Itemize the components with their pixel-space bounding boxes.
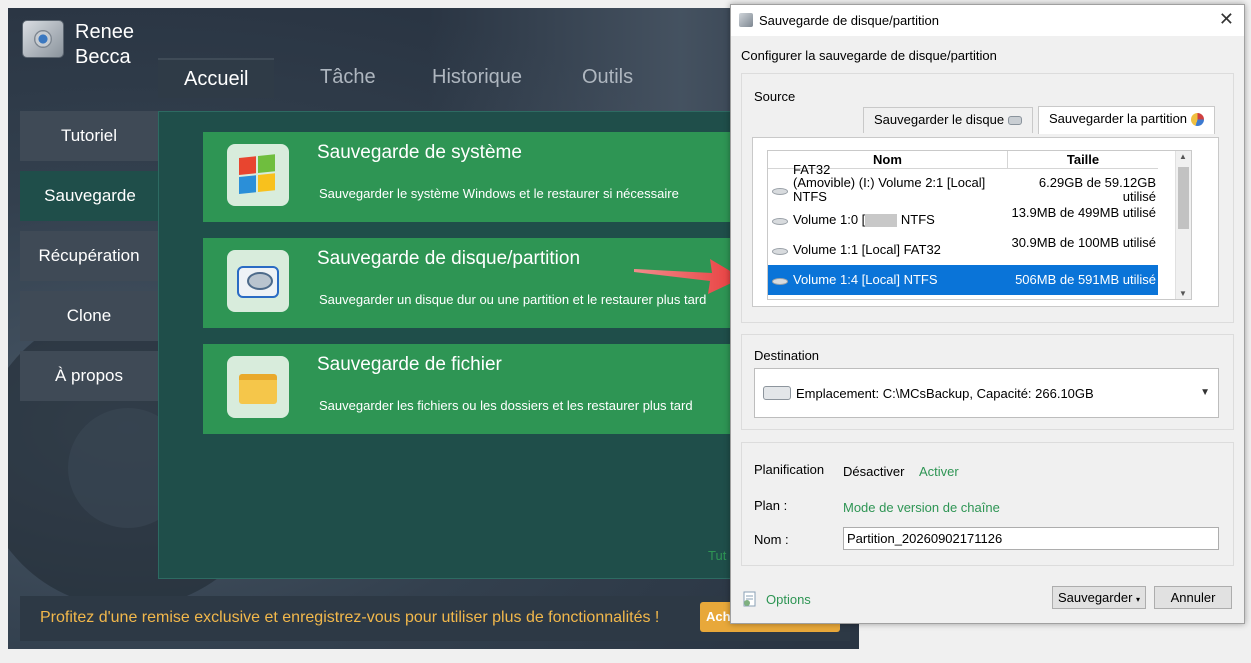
row-name: Volume 1:0 [ NTFS [793, 212, 1003, 228]
dialog-titlebar: Sauvegarde de disque/partition ✕ [731, 5, 1244, 36]
drive-icon [772, 188, 788, 195]
backup-name-input[interactable] [843, 527, 1219, 550]
promo-text: Profitez d'une remise exclusive et enreg… [40, 609, 660, 626]
drive-icon [772, 278, 788, 285]
card-icon-frame [227, 250, 289, 312]
sidebar-item-clone[interactable]: Clone [20, 291, 158, 341]
sidebar-item-a-propos[interactable]: À propos [20, 351, 158, 401]
name-label: Nom : [754, 532, 789, 547]
source-label: Source [754, 89, 796, 104]
card-icon-frame [227, 144, 289, 206]
chevron-down-icon[interactable]: ▼ [1200, 387, 1210, 398]
card-icon-frame [227, 356, 289, 418]
app-icon [739, 13, 753, 27]
row-name: (Amovible) (I:) Volume 2:1 [Local] NTFS [793, 175, 986, 204]
tab-accueil[interactable]: Accueil [158, 58, 275, 98]
drive-icon [772, 248, 788, 255]
tutorial-link[interactable]: Tut [708, 548, 726, 563]
card-description: Sauvegarder les fichiers ou les dossiers… [319, 398, 693, 413]
tab-backup-partition[interactable]: Sauvegarder la partition [1038, 106, 1216, 134]
table-row-selected[interactable]: Volume 1:4 [Local] NTFS 506MB de 591MB u… [768, 265, 1158, 295]
scroll-down-icon[interactable]: ▼ [1179, 289, 1187, 298]
tab-backup-disk[interactable]: Sauvegarder le disque [863, 107, 1034, 133]
card-title: Sauvegarde de disque/partition [317, 248, 581, 269]
row-name-end: NTFS [897, 212, 935, 227]
row-name-start: Volume 1:0 [ [793, 212, 866, 227]
vertical-scrollbar[interactable]: ▲ ▼ [1175, 151, 1191, 299]
options-link[interactable]: Options [766, 592, 811, 607]
sidebar: Tutoriel Sauvegarde Récupération Clone À… [20, 111, 160, 411]
sidebar-item-recuperation[interactable]: Récupération [20, 231, 158, 281]
close-icon[interactable]: ✕ [1219, 9, 1234, 30]
save-button-label: Sauvegarder [1057, 590, 1133, 605]
plan-mode-link[interactable]: Mode de version de chaîne [843, 500, 1000, 515]
sidebar-item-tutoriel[interactable]: Tutoriel [20, 111, 158, 161]
plan-label: Plan : [754, 498, 788, 513]
drive-icon [763, 386, 791, 400]
partition-table: Nom Taille FAT32 (Amovible) (I:) Volume … [767, 150, 1192, 300]
destination-label: Destination [754, 348, 820, 363]
cancel-button[interactable]: Annuler [1154, 586, 1232, 609]
row-size: 506MB de 591MB utilisé [1015, 272, 1156, 287]
save-button[interactable]: Sauvegarder ▾ [1052, 586, 1146, 609]
dialog-heading: Configurer la sauvegarde de disque/parti… [741, 48, 997, 63]
destination-select[interactable]: Emplacement: C:\MCsBackup, Capacité: 266… [754, 368, 1219, 418]
app-logo-icon [22, 20, 64, 58]
windows-icon [239, 154, 277, 196]
hard-disk-icon [1008, 116, 1023, 126]
planification-label: Planification [754, 462, 825, 477]
dialog-title: Sauvegarde de disque/partition [759, 13, 939, 28]
card-description: Sauvegarder le système Windows et le res… [319, 186, 679, 201]
drive-icon [772, 218, 788, 225]
folder-icon [239, 374, 277, 404]
disk-icon [237, 266, 279, 298]
row-size: 6.29GB de 59.12GB utilisé [1038, 175, 1156, 204]
table-row[interactable]: Volume 1:1 [Local] FAT32 30.9MB de 100MB… [768, 235, 1158, 265]
table-row[interactable]: (Amovible) (I:) Volume 2:1 [Local] NTFS … [768, 175, 1158, 205]
partition-pie-icon [1191, 113, 1205, 127]
disable-option[interactable]: Désactiver [843, 464, 904, 479]
brand-name: Renee Becca [75, 20, 134, 70]
tab-historique[interactable]: Historique [406, 58, 548, 98]
sidebar-item-sauvegarde[interactable]: Sauvegarde [20, 171, 160, 221]
tab-outils[interactable]: Outils [556, 58, 659, 98]
row-size: 30.9MB de 100MB utilisé [1011, 235, 1156, 250]
row-name: Volume 1:1 [Local] FAT32 [793, 242, 941, 257]
scrollbar-thumb[interactable] [1178, 167, 1189, 229]
redacted-block [865, 214, 898, 228]
options-document-icon [743, 591, 756, 607]
scroll-up-icon[interactable]: ▲ [1179, 152, 1187, 161]
tab-backup-partition-label: Sauvegarder la partition [1049, 111, 1188, 126]
enable-link[interactable]: Activer [919, 464, 959, 479]
partition-list-panel: Nom Taille FAT32 (Amovible) (I:) Volume … [752, 137, 1219, 307]
card-title: Sauvegarde de fichier [317, 354, 502, 375]
table-row[interactable]: FAT32 [768, 161, 1158, 177]
table-row[interactable]: Volume 1:0 [ NTFS 13.9MB de 499MB utilis… [768, 205, 1158, 235]
tab-tache[interactable]: Tâche [294, 58, 402, 98]
promo-banner: Profitez d'une remise exclusive et enreg… [20, 596, 850, 641]
brand-line-1: Renee [75, 21, 134, 43]
row-size: 13.9MB de 499MB utilisé [1011, 205, 1156, 220]
card-title: Sauvegarde de système [317, 142, 522, 163]
row-name: Volume 1:4 [Local] NTFS [793, 272, 938, 287]
dropdown-arrow-icon: ▾ [1136, 595, 1141, 604]
brand-line-2: Becca [75, 46, 131, 68]
tab-backup-disk-label: Sauvegarder le disque [874, 112, 1005, 127]
destination-value: Emplacement: C:\MCsBackup, Capacité: 266… [796, 386, 1094, 401]
red-arrow-annotation [634, 259, 742, 294]
